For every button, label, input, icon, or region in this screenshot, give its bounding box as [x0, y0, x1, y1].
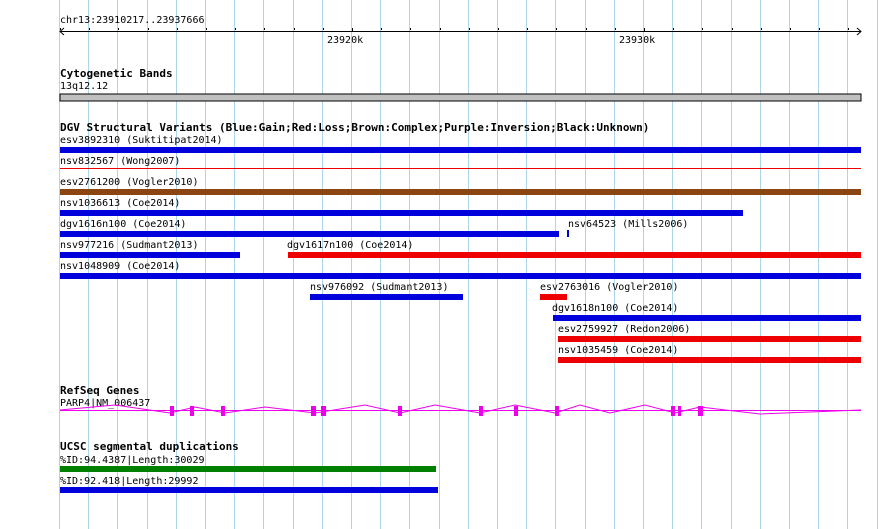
- gene-exon[interactable]: [170, 406, 174, 416]
- variant-bar[interactable]: [60, 147, 861, 153]
- gene-exon[interactable]: [398, 406, 402, 416]
- segdup-bar[interactable]: [60, 487, 438, 493]
- gene-exon[interactable]: [190, 406, 194, 416]
- variant-bar[interactable]: [540, 294, 567, 300]
- variant-bar[interactable]: [60, 231, 559, 237]
- gene-exon[interactable]: [479, 406, 483, 416]
- gene-exon[interactable]: [321, 406, 326, 416]
- gene-exon[interactable]: [555, 406, 559, 416]
- variant-bar[interactable]: [558, 336, 861, 342]
- gene-exon[interactable]: [671, 406, 675, 416]
- variant-bar[interactable]: [60, 210, 743, 216]
- gene-exon[interactable]: [221, 406, 225, 416]
- variant-bar[interactable]: [553, 315, 861, 321]
- variant-bar[interactable]: [60, 273, 861, 279]
- gene-exon[interactable]: [514, 406, 518, 416]
- gene-intron-line[interactable]: [59, 404, 862, 415]
- gene-exon[interactable]: [678, 406, 681, 416]
- variant-bar[interactable]: [567, 230, 569, 237]
- variant-bar[interactable]: [558, 357, 861, 363]
- track-features: [59, 27, 862, 493]
- gene-exon[interactable]: [311, 406, 316, 416]
- variant-bar[interactable]: [60, 189, 861, 195]
- variant-bar[interactable]: [60, 252, 240, 258]
- gene-exon[interactable]: [698, 406, 703, 416]
- cytoband-bar[interactable]: [59, 93, 862, 102]
- variant-bar[interactable]: [288, 252, 861, 258]
- variant-bar[interactable]: [60, 168, 861, 169]
- segdup-bar[interactable]: [60, 466, 436, 472]
- variant-bar[interactable]: [310, 294, 463, 300]
